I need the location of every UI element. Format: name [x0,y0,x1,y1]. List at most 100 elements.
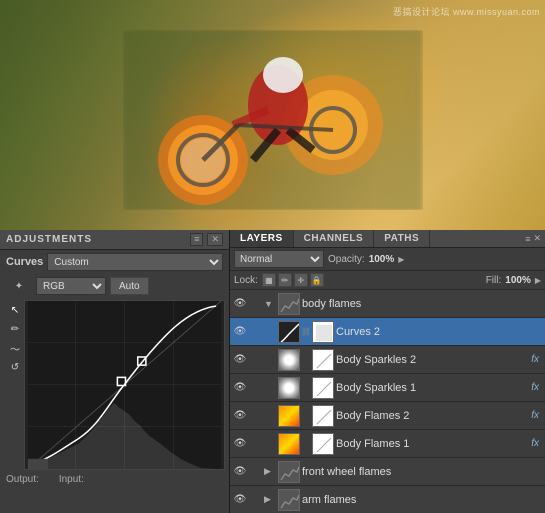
group-arrow-icon[interactable]: ▶ [264,494,276,505]
adjustments-title: ADJUSTMENTS [6,234,92,245]
lock-transparent-icon[interactable]: ▦ [262,273,276,287]
layer-item[interactable]: 👁 ▶ front wheel flames [230,458,545,486]
visibility-icon[interactable]: 👁 [232,324,248,340]
curve-smooth-tool[interactable]: 〜 [6,340,24,356]
group-arrow-icon[interactable]: ▼ [264,299,276,309]
opacity-arrow-icon[interactable]: ▶ [398,255,404,264]
layers-header-right: ≡ ✕ [521,230,545,247]
curves-graph[interactable] [24,300,225,470]
layer-name: front wheel flames [302,466,543,478]
layer-item[interactable]: 👁 ▶ arm flames [230,486,545,513]
layers-menu-btn[interactable]: ≡ [525,234,530,244]
layer-item[interactable]: 👁 Body Flames 2 fx [230,402,545,430]
layer-mask-thumbnail [312,321,334,343]
layers-tabs: LAYERS CHANNELS PATHS [230,230,430,247]
layer-thumbnail [278,489,300,511]
eyedropper-icon[interactable]: ✦ [10,278,28,294]
layer-mask-thumbnail [312,349,334,371]
curve-pen-tool[interactable]: ✏ [6,321,24,337]
watermark-text: 恶搞设计论坛 www.missyuan.com [393,5,540,18]
link-icon [250,492,262,508]
layer-name: Body Sparkles 1 [336,382,529,394]
curves-preset-select[interactable]: Custom [47,253,223,271]
link-icon [250,352,262,368]
chain-icon [302,433,310,455]
output-label: Output: [6,474,39,485]
link-icon [250,464,262,480]
lock-position-icon[interactable]: ✛ [294,273,308,287]
layer-name: Body Flames 2 [336,410,529,422]
photo-area: 恶搞设计论坛 www.missyuan.com [0,0,545,230]
curve-reset-tool[interactable]: ↺ [6,359,24,375]
curves-area: ↖ ✏ 〜 ↺ [4,300,225,470]
layer-item[interactable]: 👁 Body Flames 1 fx [230,430,545,458]
fill-arrow-icon[interactable]: ▶ [535,276,541,285]
eyedropper-tools: ✦ [6,276,32,296]
blend-mode-row: Normal Multiply Screen Opacity: 100% ▶ [230,248,545,271]
layer-name: Curves 2 [336,326,543,338]
layer-item[interactable]: 👁 Body Sparkles 1 fx [230,374,545,402]
opacity-value: 100% [369,254,395,265]
visibility-icon[interactable]: 👁 [232,408,248,424]
layer-mask-thumbnail [312,377,334,399]
fx-badge: fx [531,438,543,449]
curve-select-tool[interactable]: ↖ [6,302,24,318]
visibility-icon[interactable]: 👁 [232,492,248,508]
group-arrow-icon[interactable]: ▶ [264,466,276,477]
link-icon [250,380,262,396]
lock-icons: ▦ ✏ ✛ 🔒 [262,273,324,287]
fill-value: 100% [505,275,531,286]
layer-name: Body Flames 1 [336,438,529,450]
panel-close-btn[interactable]: ✕ [207,233,223,246]
layer-name: Body Sparkles 2 [336,354,529,366]
layer-thumbnail [278,321,300,343]
tab-paths[interactable]: PATHS [374,230,430,247]
blend-mode-select[interactable]: Normal Multiply Screen [234,250,324,268]
visibility-icon[interactable]: 👁 [232,464,248,480]
chain-icon [302,405,310,427]
layers-list: 👁 ▼ body flames 👁 ⛓ Cu [230,290,545,513]
layer-thumbnail [278,433,300,455]
layer-thumbnail [278,293,300,315]
tab-channels[interactable]: CHANNELS [294,230,375,247]
adjustments-panel: ADJUSTMENTS ≡ ✕ Curves Custom ✦ RGB Red … [0,230,230,513]
layer-thumbnail [278,377,300,399]
lock-all-icon[interactable]: 🔒 [310,273,324,287]
curves-row: Curves Custom [0,250,229,274]
channel-select[interactable]: RGB Red Green Blue [36,277,106,295]
layer-mask-thumbnail [312,433,334,455]
layers-close-btn[interactable]: ✕ [533,233,541,244]
fill-label: Fill: [486,275,502,286]
auto-button[interactable]: Auto [110,277,149,295]
lock-image-icon[interactable]: ✏ [278,273,292,287]
opacity-label: Opacity: [328,254,365,265]
fx-badge: fx [531,382,543,393]
layer-item[interactable]: 👁 Body Sparkles 2 fx [230,346,545,374]
layers-panel: LAYERS CHANNELS PATHS ≡ ✕ Normal Multipl… [230,230,545,513]
link-icon [250,408,262,424]
visibility-icon[interactable]: 👁 [232,436,248,452]
layer-item[interactable]: 👁 ▼ body flames [230,290,545,318]
link-icon [250,436,262,452]
visibility-icon[interactable]: 👁 [232,296,248,312]
fx-badge: fx [531,410,543,421]
input-label: Input: [59,474,84,485]
layers-header: LAYERS CHANNELS PATHS ≡ ✕ [230,230,545,248]
layer-item[interactable]: 👁 ⛓ Curves 2 [230,318,545,346]
tab-layers[interactable]: LAYERS [230,230,294,247]
lock-row: Lock: ▦ ✏ ✛ 🔒 Fill: 100% ▶ [230,271,545,290]
layer-thumbnail [278,405,300,427]
panel-controls: ≡ ✕ [190,233,223,246]
layer-mask-thumbnail [312,405,334,427]
layer-thumbnail [278,461,300,483]
channel-row: ✦ RGB Red Green Blue Auto [0,274,229,298]
layer-name: arm flames [302,494,543,506]
layer-name: body flames [302,298,543,310]
visibility-icon[interactable]: 👁 [232,380,248,396]
visibility-icon[interactable]: 👁 [232,352,248,368]
panel-menu-btn[interactable]: ≡ [190,233,203,246]
chain-icon [302,377,310,399]
curves-label: Curves [6,256,43,268]
chain-icon: ⛓ [302,321,310,343]
biker-image [123,30,423,210]
